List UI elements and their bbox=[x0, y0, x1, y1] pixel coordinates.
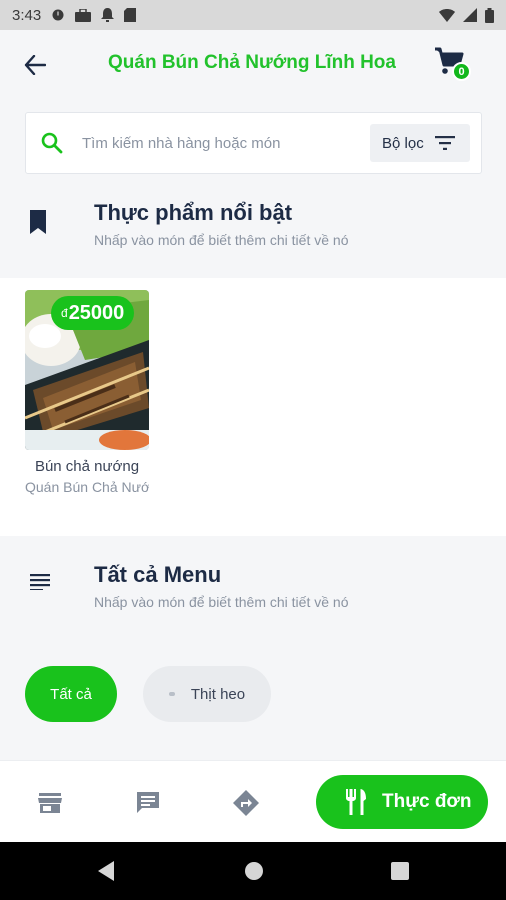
filter-icon bbox=[435, 136, 455, 150]
featured-section-header: Thực phẩm nổi bật Nhấp vào món để biết t… bbox=[0, 190, 506, 278]
bookmark-icon bbox=[30, 210, 46, 234]
restaurant-title: Quán Bún Chả Nướng Lĩnh Hoa bbox=[108, 52, 396, 73]
search-input[interactable]: Tìm kiếm nhà hàng hoặc món bbox=[82, 135, 280, 152]
menu-subtitle: Nhấp vào món để biết thêm chi tiết về nó bbox=[94, 594, 349, 610]
food-price: 25000 bbox=[68, 301, 125, 324]
chip-pork-label: Thịt heo bbox=[190, 685, 246, 703]
restaurant-icon bbox=[346, 789, 366, 815]
filter-label: Bộ lọc bbox=[382, 134, 424, 152]
filter-button[interactable]: Bộ lọc bbox=[370, 124, 470, 162]
status-time: 3:43 bbox=[12, 6, 42, 24]
bottom-nav: Thực đơn bbox=[0, 760, 506, 842]
nav-store-button[interactable] bbox=[36, 789, 64, 817]
system-back-icon[interactable] bbox=[96, 860, 116, 882]
briefcase-icon bbox=[75, 8, 92, 22]
featured-subtitle: Nhấp vào món để biết thêm chi tiết về nó bbox=[94, 232, 349, 248]
menu-tab-button[interactable]: Thực đơn bbox=[316, 775, 488, 829]
signal-icon bbox=[463, 8, 477, 22]
system-nav-bar bbox=[0, 842, 506, 900]
sim-icon bbox=[124, 8, 137, 22]
battery-icon bbox=[485, 7, 494, 23]
status-bar: 3:43 bbox=[0, 0, 506, 30]
menu-section-header: Tất cả Menu Nhấp vào món để biết thêm ch… bbox=[0, 550, 506, 630]
price-badge: đ 25000 bbox=[51, 296, 135, 330]
wifi-icon bbox=[439, 8, 455, 22]
notification-icon bbox=[101, 8, 115, 22]
nav-directions-button[interactable] bbox=[232, 789, 260, 817]
search-bar[interactable]: Tìm kiếm nhà hàng hoặc món Bộ lọc bbox=[25, 112, 482, 174]
menu-tab-label: Thực đơn bbox=[382, 791, 472, 812]
chip-pork[interactable]: Thịt heo bbox=[143, 666, 271, 722]
chip-all[interactable]: Tất cả bbox=[25, 666, 117, 722]
chip-all-label: Tất cả bbox=[50, 685, 92, 703]
system-recents-icon[interactable] bbox=[390, 860, 410, 882]
nav-chat-button[interactable] bbox=[134, 789, 162, 817]
featured-title: Thực phẩm nổi bật bbox=[94, 200, 293, 225]
store-icon bbox=[38, 793, 62, 813]
featured-list: đ 25000 Bún chả nướng Quán Bún Chả Nướng… bbox=[0, 278, 506, 536]
food-name: Bún chả nướng bbox=[34, 458, 140, 475]
alarm-icon bbox=[52, 9, 64, 21]
menu-title: Tất cả Menu bbox=[94, 562, 222, 587]
system-home-icon[interactable] bbox=[244, 860, 264, 882]
list-icon bbox=[30, 574, 50, 590]
food-card[interactable]: đ 25000 Bún chả nướng Quán Bún Chả Nướng… bbox=[25, 290, 149, 495]
food-restaurant: Quán Bún Chả Nướng Lĩnh Hoa bbox=[25, 479, 149, 495]
chat-icon bbox=[137, 792, 159, 813]
arrow-left-icon bbox=[24, 55, 46, 75]
cart-button[interactable]: 0 bbox=[434, 46, 474, 86]
chip-thumbnail bbox=[168, 692, 175, 696]
app-bar: Quán Bún Chả Nướng Lĩnh Hoa 0 bbox=[0, 30, 506, 100]
cart-count-badge: 0 bbox=[452, 62, 471, 81]
currency-symbol: đ bbox=[61, 306, 68, 320]
search-icon bbox=[41, 132, 63, 154]
food-image: đ 25000 bbox=[25, 290, 149, 450]
directions-icon bbox=[233, 790, 259, 816]
back-button[interactable] bbox=[20, 52, 50, 78]
